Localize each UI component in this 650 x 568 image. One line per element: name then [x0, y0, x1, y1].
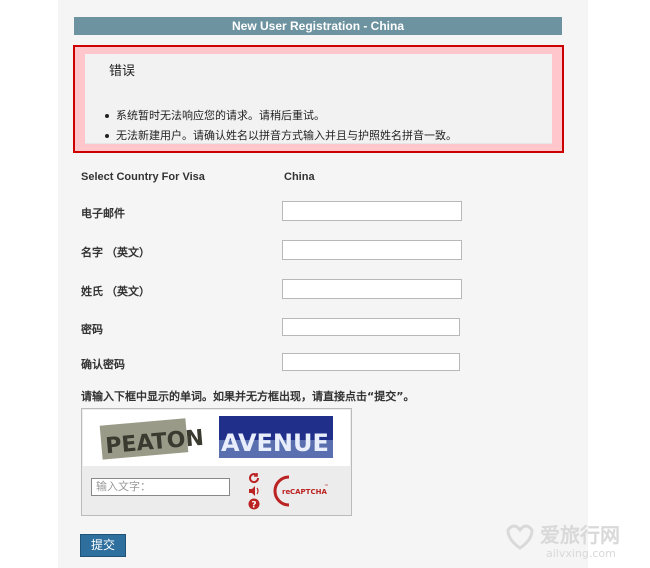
captcha-input[interactable]: 输入文字： [91, 478, 230, 496]
error-item: 系统暂时无法响应您的请求。请稍后重试。 [105, 106, 457, 126]
recaptcha-tm: ™ [324, 484, 329, 490]
watermark: 爱旅行网 ailvxing.com [496, 518, 646, 562]
password-field[interactable] [282, 318, 460, 336]
first-name-field[interactable] [282, 240, 462, 260]
audio-icon[interactable] [247, 485, 261, 497]
error-title: 错误 [109, 64, 136, 79]
form-title: New User Registration - China [74, 17, 562, 35]
password-label: 密码 [81, 324, 103, 336]
help-icon[interactable]: ? [247, 498, 261, 511]
email-field[interactable] [282, 201, 462, 221]
recaptcha-logo: re CAPTCHA ™ [271, 473, 331, 507]
email-label: 电子邮件 [81, 208, 125, 220]
error-item: 无法新建用户。请确认姓名以拼音方式输入并且与护照姓名拼音一致。 [105, 126, 457, 146]
captcha-image: PEATON AVENUE [83, 410, 350, 466]
recaptcha-widget: PEATON AVENUE 输入文字： ? re CAPTCHA ™ [81, 408, 352, 516]
error-box: 错误 系统暂时无法响应您的请求。请稍后重试。 无法新建用户。请确认姓名以拼音方式… [73, 45, 564, 153]
error-list: 系统暂时无法响应您的请求。请稍后重试。 无法新建用户。请确认姓名以拼音方式输入并… [105, 106, 457, 146]
watermark-brand: 爱旅行网 [540, 523, 620, 547]
heart-logo-icon [506, 524, 534, 550]
submit-button[interactable]: 提交 [80, 534, 126, 557]
captcha-word-2: AVENUE [221, 429, 329, 457]
captcha-prompt: 请输入下框中显示的单词。如果并无方框出现，请直接点击“提交”。 [81, 390, 415, 403]
captcha-words-image: PEATON AVENUE [99, 416, 333, 460]
confirm-password-label: 确认密码 [81, 359, 125, 371]
watermark-domain: ailvxing.com [546, 547, 616, 560]
country-value: China [284, 171, 315, 183]
error-inner: 错误 系统暂时无法响应您的请求。请稍后重试。 无法新建用户。请确认姓名以拼音方式… [85, 54, 552, 144]
svg-text:?: ? [251, 501, 256, 511]
last-name-field[interactable] [282, 279, 462, 299]
refresh-icon[interactable] [247, 472, 261, 484]
last-name-label: 姓氏 （英文） [81, 286, 151, 298]
first-name-label: 名字 （英文） [81, 247, 151, 259]
confirm-password-field[interactable] [282, 353, 460, 371]
captcha-controls: ? [243, 471, 265, 511]
country-label: Select Country For Visa [81, 171, 205, 183]
recaptcha-text: CAPTCHA [290, 488, 327, 496]
